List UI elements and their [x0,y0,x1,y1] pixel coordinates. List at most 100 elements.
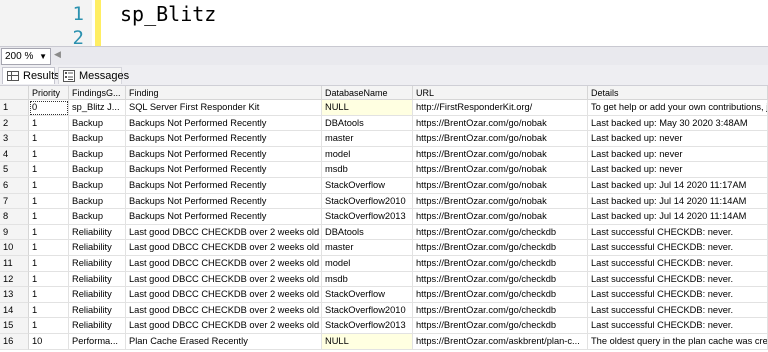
priority-cell[interactable]: 1 [29,115,69,132]
finding-cell[interactable]: Backups Not Performed Recently [126,193,322,210]
table-row[interactable]: 15 1 Reliability Last good DBCC CHECKDB ove… [0,318,768,334]
findings-group-cell[interactable]: Backup [69,162,126,178]
priority-cell[interactable]: 1 [29,271,69,288]
details-cell[interactable]: Last successful CHECKDB: never. [588,287,768,303]
details-cell[interactable]: Last backed up: never [588,146,768,163]
column-header-rownum[interactable] [0,86,29,100]
findings-group-cell[interactable]: Backup [69,193,126,210]
findings-group-cell[interactable]: Backup [69,178,126,194]
results-grid[interactable]: Priority FindingsG... Finding DatabaseNa… [0,86,768,352]
table-row[interactable]: 4 1 Backup Backups Not Performed Recently mo… [0,146,768,163]
column-header-finding[interactable]: Finding [126,86,322,100]
url-cell[interactable]: https://BrentOzar.com/go/checkdb [413,318,588,334]
database-name-cell[interactable]: model [322,256,413,272]
database-name-cell[interactable]: master [322,131,413,147]
finding-cell[interactable]: Last good DBCC CHECKDB over 2 weeks old [126,224,322,241]
findings-group-cell[interactable]: Reliability [69,224,126,241]
url-cell[interactable]: https://BrentOzar.com/go/checkdb [413,302,588,319]
url-cell[interactable]: http://FirstResponderKit.org/ [413,100,588,116]
finding-cell[interactable]: Last good DBCC CHECKDB over 2 weeks old [126,287,322,303]
row-number[interactable]: 7 [0,193,29,210]
column-header-databasename[interactable]: DatabaseName [322,86,413,100]
row-number[interactable]: 13 [0,287,29,303]
database-name-cell[interactable]: StackOverflow2010 [322,193,413,210]
database-name-cell[interactable]: msdb [322,162,413,178]
priority-cell[interactable]: 1 [29,146,69,163]
database-name-cell[interactable]: StackOverflow2013 [322,318,413,334]
column-header-details[interactable]: Details [588,86,768,100]
scroll-left-icon[interactable]: ◀ [54,49,61,60]
database-name-cell[interactable]: StackOverflow [322,178,413,194]
tab-results[interactable]: Results [2,67,60,84]
table-row[interactable]: 9 1 Reliability Last good DBCC CHECKDB over… [0,224,768,241]
finding-cell[interactable]: Last good DBCC CHECKDB over 2 weeks old [126,318,322,334]
findings-group-cell[interactable]: Reliability [69,318,126,334]
findings-group-cell[interactable]: Backup [69,209,126,225]
details-cell[interactable]: Last backed up: Jul 14 2020 11:14AM [588,193,768,210]
row-number[interactable]: 5 [0,162,29,178]
column-header-priority[interactable]: Priority [29,86,69,100]
row-number[interactable]: 2 [0,115,29,132]
priority-cell[interactable]: 1 [29,193,69,210]
url-cell[interactable]: https://BrentOzar.com/go/checkdb [413,256,588,272]
finding-cell[interactable]: Backups Not Performed Recently [126,178,322,194]
row-number[interactable]: 4 [0,146,29,163]
details-cell[interactable]: To get help or add your own contribution… [588,100,768,116]
finding-cell[interactable]: Backups Not Performed Recently [126,115,322,132]
priority-cell[interactable]: 1 [29,178,69,194]
row-number[interactable]: 11 [0,256,29,272]
database-name-cell[interactable]: model [322,146,413,163]
priority-cell[interactable]: 1 [29,240,69,256]
query-editor[interactable]: 1 2 sp_Blitz [0,0,768,49]
table-row[interactable]: 10 1 Reliability Last good DBCC CHECKDB ove… [0,240,768,256]
details-cell[interactable]: Last successful CHECKDB: never. [588,271,768,288]
row-number[interactable]: 1 [0,100,29,116]
details-cell[interactable]: Last successful CHECKDB: never. [588,240,768,256]
findings-group-cell[interactable]: Backup [69,146,126,163]
url-cell[interactable]: https://BrentOzar.com/askbrent/plan-c... [413,334,588,350]
details-cell[interactable]: Last successful CHECKDB: never. [588,302,768,319]
findings-group-cell[interactable]: Reliability [69,302,126,319]
priority-cell[interactable]: 0 [29,100,69,116]
finding-cell[interactable]: Last good DBCC CHECKDB over 2 weeks old [126,271,322,288]
tab-messages[interactable]: Messages [58,67,129,84]
table-row[interactable]: 5 1 Backup Backups Not Performed Recently ms… [0,162,768,178]
row-number[interactable]: 8 [0,209,29,225]
details-cell[interactable]: The oldest query in the plan cache was c… [588,334,768,350]
url-cell[interactable]: https://BrentOzar.com/go/nobak [413,131,588,147]
database-name-cell[interactable]: master [322,240,413,256]
url-cell[interactable]: https://BrentOzar.com/go/nobak [413,178,588,194]
code-line[interactable]: sp_Blitz [120,2,216,26]
url-cell[interactable]: https://BrentOzar.com/go/checkdb [413,287,588,303]
column-header-findingsgroup[interactable]: FindingsG... [69,86,126,100]
table-row[interactable]: 13 1 Reliability Last good DBCC CHECKDB ove… [0,287,768,303]
details-cell[interactable]: Last backed up: Jul 14 2020 11:14AM [588,209,768,225]
priority-cell[interactable]: 1 [29,162,69,178]
url-cell[interactable]: https://BrentOzar.com/go/nobak [413,162,588,178]
findings-group-cell[interactable]: Performa... [69,334,126,350]
row-number[interactable]: 15 [0,318,29,334]
row-number[interactable]: 12 [0,271,29,288]
url-cell[interactable]: https://BrentOzar.com/go/checkdb [413,224,588,241]
database-name-cell[interactable]: DBAtools [322,224,413,241]
row-number[interactable]: 6 [0,178,29,194]
priority-cell[interactable]: 10 [29,334,69,350]
priority-cell[interactable]: 1 [29,209,69,225]
priority-cell[interactable]: 1 [29,302,69,319]
table-row[interactable]: 3 1 Backup Backups Not Performed Recently ma… [0,131,768,147]
row-number[interactable]: 10 [0,240,29,256]
details-cell[interactable]: Last successful CHECKDB: never. [588,256,768,272]
table-row[interactable]: 6 1 Backup Backups Not Performed Recently St… [0,178,768,194]
table-row[interactable]: 8 1 Backup Backups Not Performed Recently St… [0,209,768,225]
database-name-cell[interactable]: msdb [322,271,413,288]
row-number[interactable]: 9 [0,224,29,241]
row-number[interactable]: 3 [0,131,29,147]
findings-group-cell[interactable]: Reliability [69,287,126,303]
priority-cell[interactable]: 1 [29,224,69,241]
database-name-cell[interactable]: DBAtools [322,115,413,132]
finding-cell[interactable]: Backups Not Performed Recently [126,209,322,225]
url-cell[interactable]: https://BrentOzar.com/go/nobak [413,209,588,225]
table-row[interactable]: 11 1 Reliability Last good DBCC CHECKDB ove… [0,256,768,272]
url-cell[interactable]: https://BrentOzar.com/go/checkdb [413,240,588,256]
findings-group-cell[interactable]: Reliability [69,240,126,256]
